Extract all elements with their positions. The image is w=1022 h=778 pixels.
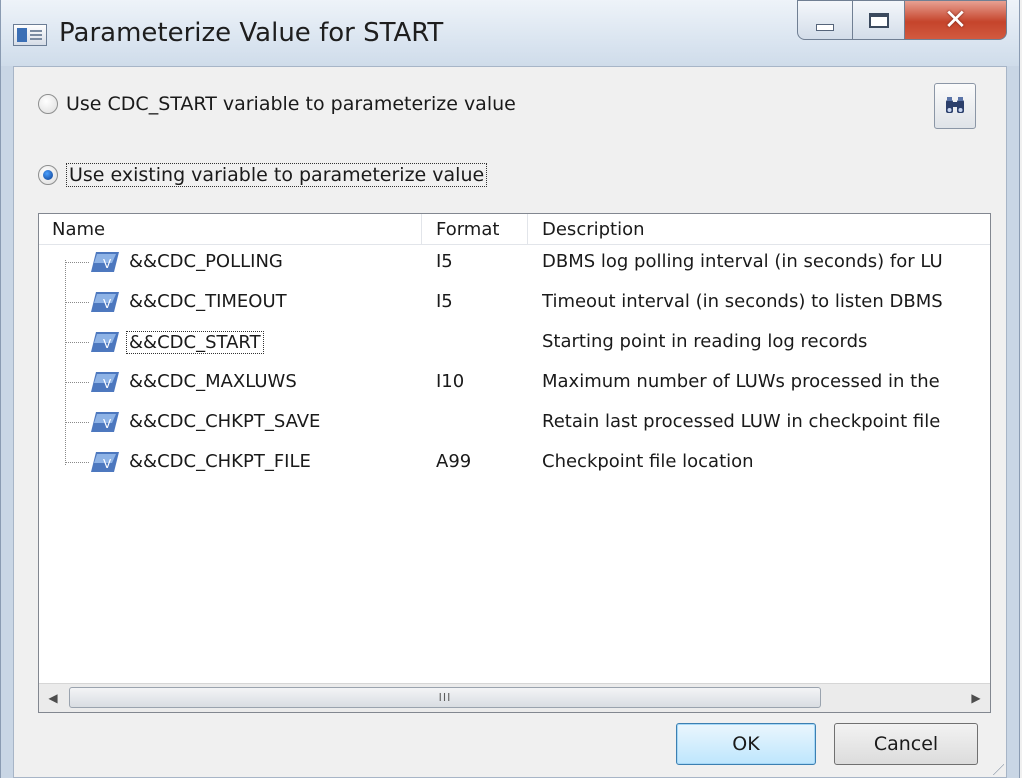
tree-connector: [65, 422, 89, 423]
close-icon: ✕: [943, 3, 968, 36]
row-name: &&CDC_START: [126, 331, 264, 354]
variable-icon-glyph: V: [103, 417, 112, 431]
radio-existing[interactable]: [38, 165, 58, 185]
column-divider[interactable]: [527, 214, 528, 244]
ok-button[interactable]: OK: [676, 723, 816, 765]
close-button[interactable]: ✕: [905, 0, 1007, 40]
row-description: Starting point in reading log records: [542, 331, 868, 352]
radio-cdc-start[interactable]: [38, 94, 58, 114]
row-format: A99: [436, 451, 472, 472]
variable-icon: V: [91, 252, 119, 272]
maximize-button[interactable]: [853, 0, 905, 40]
app-icon: [13, 24, 47, 46]
radio-existing-option[interactable]: Use existing variable to parameterize va…: [38, 163, 488, 187]
list-header: Name Format Description: [39, 214, 990, 245]
window-title: Parameterize Value for START: [59, 18, 444, 48]
title-bar[interactable]: Parameterize Value for START ✕: [1, 0, 1019, 66]
table-row[interactable]: V &&CDC_CHKPT_FILE A99 Checkpoint file l…: [39, 444, 990, 480]
row-format: I10: [436, 371, 465, 392]
resize-grip[interactable]: [982, 753, 1004, 775]
arrow-left-icon: ◀: [48, 691, 58, 705]
column-divider[interactable]: [421, 214, 422, 244]
row-description: Retain last processed LUW in checkpoint …: [542, 411, 941, 432]
scroll-right-button[interactable]: ▶: [962, 684, 990, 712]
row-description: DBMS log polling interval (in seconds) f…: [542, 251, 943, 272]
caption-buttons: ✕: [797, 0, 1007, 44]
variable-icon-glyph: V: [103, 457, 112, 471]
variable-icon: V: [91, 412, 119, 432]
variable-icon-glyph: V: [103, 297, 112, 311]
maximize-icon: [868, 12, 889, 28]
column-header-description[interactable]: Description: [542, 219, 645, 240]
dialog-body: Use CDC_START variable to parameterize v…: [13, 66, 1007, 778]
table-row[interactable]: V &&CDC_TIMEOUT I5 Timeout interval (in …: [39, 284, 990, 320]
binoculars-icon: [946, 97, 964, 113]
row-name: &&CDC_CHKPT_SAVE: [129, 411, 321, 432]
variable-icon: V: [91, 332, 119, 352]
row-description: Timeout interval (in seconds) to listen …: [542, 291, 943, 312]
tree-connector: [65, 302, 89, 303]
find-button[interactable]: [934, 83, 976, 129]
row-name: &&CDC_CHKPT_FILE: [129, 451, 311, 472]
variable-tree-list[interactable]: Name Format Description V &&CDC_POLLING …: [38, 213, 991, 713]
scroll-left-button[interactable]: ◀: [39, 684, 67, 712]
tree-connector: [65, 262, 89, 263]
scrollbar-thumb[interactable]: III: [69, 687, 821, 708]
variable-icon: V: [91, 372, 119, 392]
minimize-button[interactable]: [797, 0, 853, 40]
variable-icon: V: [91, 292, 119, 312]
cancel-button[interactable]: Cancel: [834, 723, 978, 765]
variable-icon: V: [91, 452, 119, 472]
variable-icon-glyph: V: [103, 377, 112, 391]
column-header-format[interactable]: Format: [436, 219, 499, 240]
table-row[interactable]: V &&CDC_POLLING I5 DBMS log polling inte…: [39, 244, 990, 280]
tree-connector: [65, 462, 89, 463]
table-row[interactable]: V &&CDC_CHKPT_SAVE Retain last processed…: [39, 404, 990, 440]
radio-cdc-start-label: Use CDC_START variable to parameterize v…: [66, 93, 516, 115]
row-format: I5: [436, 251, 453, 272]
variable-icon-glyph: V: [103, 337, 112, 351]
tree-connector: [65, 342, 89, 343]
radio-cdc-start-option[interactable]: Use CDC_START variable to parameterize v…: [38, 93, 516, 115]
row-description: Checkpoint file location: [542, 451, 754, 472]
table-row-selected[interactable]: V &&CDC_START Starting point in reading …: [39, 324, 990, 360]
row-name: &&CDC_MAXLUWS: [129, 371, 297, 392]
row-format: I5: [436, 291, 453, 312]
table-row[interactable]: V &&CDC_MAXLUWS I10 Maximum number of LU…: [39, 364, 990, 400]
variable-icon-glyph: V: [103, 257, 112, 271]
row-name: &&CDC_POLLING: [129, 251, 283, 272]
arrow-right-icon: ▶: [971, 691, 981, 705]
row-description: Maximum number of LUWs processed in the: [542, 371, 940, 392]
row-name: &&CDC_TIMEOUT: [129, 291, 287, 312]
tree-connector: [65, 382, 89, 383]
minimize-icon: [816, 23, 834, 31]
radio-existing-label: Use existing variable to parameterize va…: [66, 163, 488, 187]
column-header-name[interactable]: Name: [52, 219, 105, 240]
horizontal-scrollbar[interactable]: ◀ III ▶: [39, 683, 990, 712]
scrollbar-grip: III: [438, 691, 452, 704]
dialog-window: Parameterize Value for START ✕ Use CDC_S…: [0, 0, 1020, 778]
